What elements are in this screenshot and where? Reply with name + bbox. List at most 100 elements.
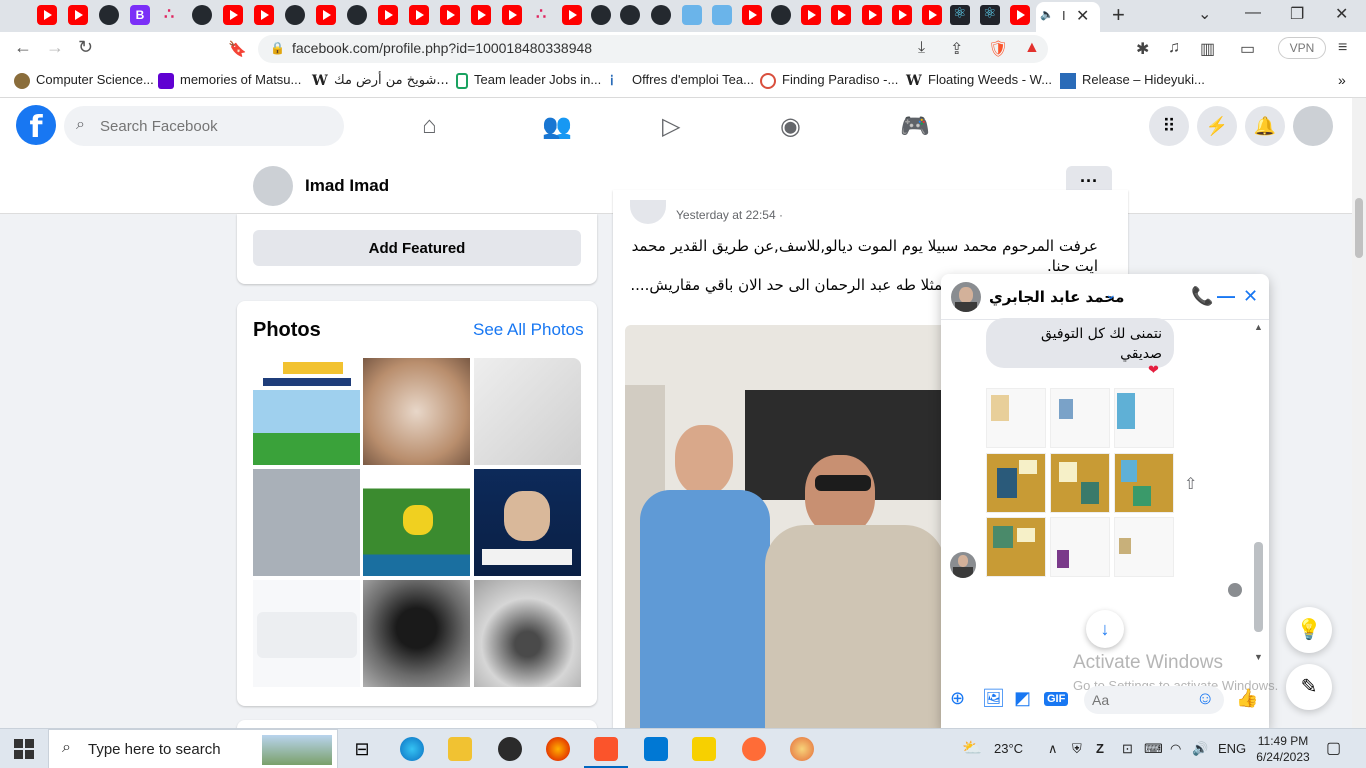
photo-thumbnail[interactable] [474, 469, 581, 576]
youtube-tab-icon[interactable] [831, 5, 851, 25]
new-tab-button[interactable]: + [1112, 2, 1125, 28]
b-tab-icon[interactable]: B [130, 5, 150, 25]
volume-icon[interactable]: 🔊 [1192, 741, 1208, 757]
github-tab-icon[interactable] [347, 5, 367, 25]
minimize-chat-icon[interactable]: — [1217, 286, 1235, 307]
url-text[interactable]: facebook.com/profile.php?id=100018480338… [292, 40, 592, 56]
github-tab-icon[interactable] [192, 5, 212, 25]
thumbs-up-icon[interactable]: 👍 [1236, 688, 1258, 709]
chevron-down-icon[interactable]: ⌄ [1105, 286, 1117, 303]
chat-scrollbar[interactable]: ▲ ▼ [1252, 322, 1266, 662]
bookmark-item[interactable]: Finding Paradiso -... [760, 72, 898, 89]
react-tab-icon[interactable] [980, 4, 1000, 25]
extensions-icon[interactable]: ✱ [1136, 39, 1149, 59]
more-bookmarks-chevron-icon[interactable]: » [1338, 72, 1346, 88]
mail-tab-icon[interactable] [682, 5, 702, 25]
scroll-to-bottom-button[interactable]: ↓ [1086, 610, 1124, 648]
brave-shield-icon[interactable]: 🛡 [988, 39, 1008, 59]
add-featured-button[interactable]: Add Featured [253, 230, 581, 266]
youtube-tab-icon[interactable] [922, 5, 942, 25]
postman-icon[interactable] [742, 737, 766, 761]
scroll-up-icon[interactable]: ▲ [1254, 322, 1263, 332]
plus-circle-icon[interactable]: ⊕ [950, 688, 965, 709]
bookmark-item[interactable]: Release – Hideyuki... [1060, 72, 1205, 89]
file-explorer-icon[interactable] [448, 737, 472, 761]
youtube-tab-icon[interactable] [742, 5, 762, 25]
messenger-button[interactable]: ⚡ [1197, 106, 1237, 146]
post-photo[interactable] [625, 325, 945, 728]
gif-button[interactable]: GIF [1044, 692, 1069, 706]
chat-scroll-thumb[interactable] [1254, 542, 1263, 632]
bookmark-item[interactable]: W Floating Weeds - W... [906, 72, 1052, 89]
bookmark-item[interactable]: W شويخ من أرض مك... [312, 72, 449, 89]
github-tab-icon[interactable] [771, 5, 791, 25]
shared-image[interactable] [1050, 517, 1110, 577]
reload-icon[interactable]: ↻ [78, 37, 93, 58]
youtube-tab-icon[interactable] [801, 5, 821, 25]
minimize-window-icon[interactable]: — [1245, 4, 1261, 22]
forward-arrow-icon[interactable]: → [46, 37, 64, 58]
page-scroll-thumb[interactable] [1355, 198, 1363, 258]
contact-avatar[interactable] [951, 282, 981, 312]
vpn-button[interactable]: VPN [1278, 37, 1326, 59]
ime-icon[interactable]: ⌨ [1144, 741, 1163, 757]
shared-image[interactable] [1050, 388, 1110, 448]
shared-image[interactable] [1114, 453, 1174, 513]
page-scrollbar[interactable] [1352, 98, 1366, 728]
shared-image[interactable] [986, 453, 1046, 513]
task-view-icon[interactable]: ⊟ [350, 737, 374, 761]
mail-tab-icon[interactable] [712, 5, 732, 25]
emoji-icon[interactable]: ☺ [1196, 688, 1214, 709]
youtube-tab-icon[interactable] [254, 5, 274, 25]
shared-image[interactable] [986, 517, 1046, 577]
edge-icon[interactable] [400, 737, 424, 761]
install-app-icon[interactable]: ⤓ [918, 39, 925, 57]
active-tab[interactable]: I [1036, 2, 1100, 32]
message-bubble[interactable]: نتمنى لك كل التوفيق صديقي [986, 318, 1174, 368]
photo-thumbnail[interactable] [363, 469, 470, 576]
youtube-tab-icon[interactable] [862, 5, 882, 25]
device-icon[interactable]: ⊡ [1122, 741, 1133, 757]
github-tab-icon[interactable] [591, 5, 611, 25]
scroll-down-icon[interactable]: ▼ [1254, 652, 1263, 662]
maximize-window-icon[interactable]: ❐ [1290, 4, 1304, 24]
tab-search-chevron-icon[interactable]: ⌄ [1198, 4, 1211, 24]
brave-icon[interactable] [594, 737, 618, 761]
photo-thumbnail[interactable] [253, 358, 360, 465]
close-window-icon[interactable]: ✕ [1335, 4, 1348, 24]
dots-tab-icon[interactable] [533, 4, 553, 25]
photo-thumbnail[interactable] [363, 358, 470, 465]
photo-thumbnail[interactable] [474, 358, 581, 465]
paint-icon[interactable] [790, 737, 814, 761]
photo-thumbnail[interactable] [474, 580, 581, 687]
youtube-tab-icon[interactable] [562, 5, 582, 25]
tor-browser-icon[interactable] [498, 737, 522, 761]
share-icon[interactable]: ⇧ [1184, 474, 1197, 494]
github-tab-icon[interactable] [651, 5, 671, 25]
youtube-tab-icon[interactable] [316, 5, 336, 25]
youtube-tab-icon[interactable] [409, 5, 429, 25]
facebook-logo-icon[interactable]: f [16, 105, 56, 145]
temperature-text[interactable]: 23°C [994, 741, 1023, 756]
dots-tab-icon[interactable] [161, 4, 181, 25]
weather-icon[interactable]: ⛅ [962, 738, 982, 758]
wifi-icon[interactable]: ◠ [1170, 741, 1181, 757]
profile-avatar[interactable] [253, 166, 293, 206]
gaming-nav-icon[interactable]: 🎮 [900, 112, 930, 141]
youtube-tab-icon[interactable] [223, 5, 243, 25]
back-arrow-icon[interactable]: ← [14, 37, 32, 58]
watch-nav-icon[interactable]: ▷ [662, 112, 680, 141]
notification-center-icon[interactable]: ▢ [1326, 738, 1341, 758]
show-hidden-icons[interactable]: ∧ [1048, 741, 1058, 757]
bookmark-item[interactable]: Computer Science... [14, 72, 154, 89]
phone-call-icon[interactable]: 📞 [1191, 286, 1213, 307]
security-icon[interactable]: ⛨ [1072, 741, 1082, 757]
bookmark-item[interactable]: ⅰ Offres d'emploi Tea... [610, 72, 754, 89]
see-all-photos-link[interactable]: See All Photos [473, 320, 584, 340]
youtube-tab-icon[interactable] [471, 5, 491, 25]
language-indicator[interactable]: ENG [1218, 741, 1246, 756]
friends-nav-icon[interactable]: 👥 [542, 112, 572, 141]
close-tab-icon[interactable]: ✕ [1076, 6, 1089, 26]
share-icon[interactable]: ⇪ [950, 39, 963, 59]
youtube-tab-icon[interactable] [378, 5, 398, 25]
